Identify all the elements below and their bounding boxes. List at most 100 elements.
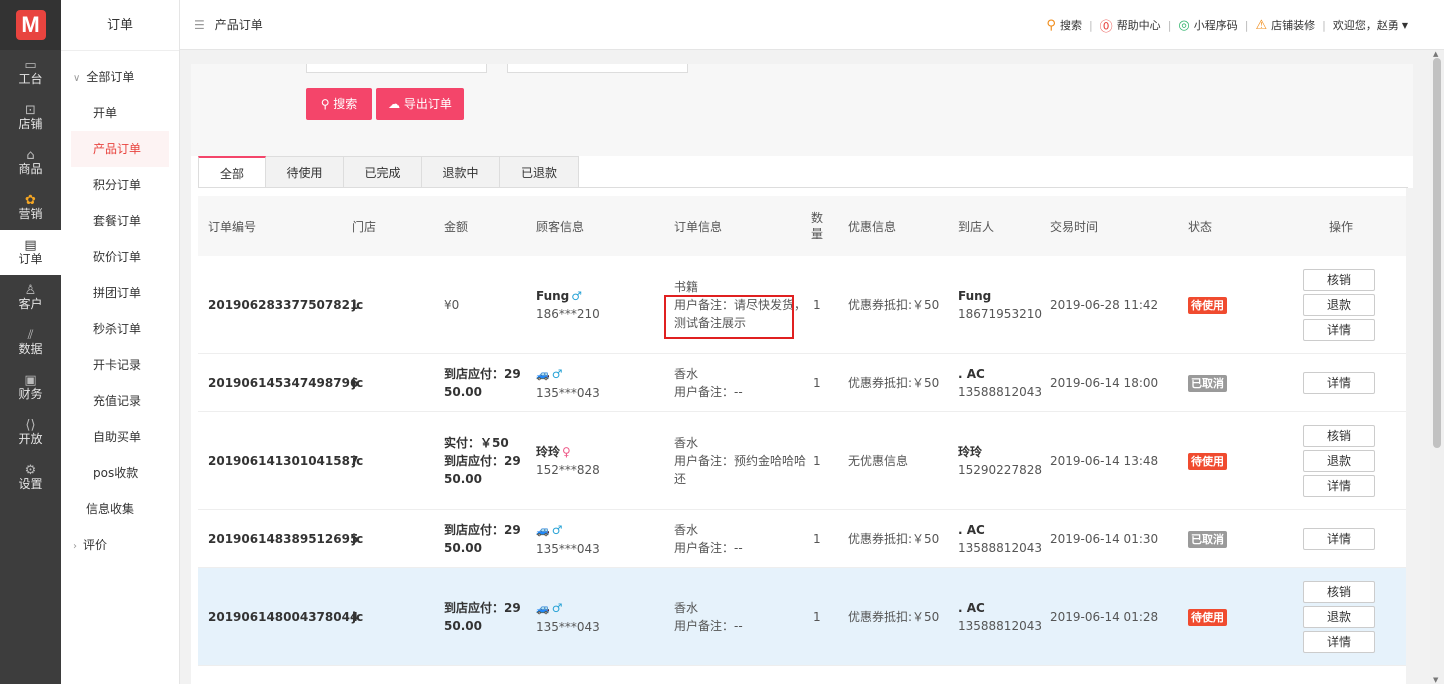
filter-bar: ⚲ 搜索 ☁ 导出订单 (191, 64, 1413, 156)
arrive-person-line: 玲玲 (958, 445, 983, 459)
rail-item-0[interactable]: ▭ 工台 (0, 50, 61, 95)
tab-completed[interactable]: 已完成 (344, 156, 422, 188)
discount-info: 无优惠信息 (848, 452, 908, 470)
arrive-person-line: . AC (958, 367, 985, 381)
submenu-item-8[interactable]: 充值记录 (61, 383, 179, 419)
submenu-item-info-collect[interactable]: 信息收集 (61, 491, 179, 527)
divider: | (1322, 18, 1326, 32)
order-number-line: 201906148389512695 (208, 532, 359, 546)
order-number: 201906145347498796 (208, 374, 358, 392)
order-number: 201906141301041587 (208, 452, 358, 470)
rail-item-label: 开放 (18, 432, 43, 446)
customer-name: 玲玲 (536, 445, 561, 459)
col-ops: 操作 (1329, 219, 1354, 234)
col-amount: 金额 (444, 219, 469, 234)
customer-info: 🚙 ♂ 135***043 (536, 521, 600, 558)
detail-button[interactable]: 详情 (1303, 372, 1375, 394)
rail-item-label: 订单 (18, 252, 43, 266)
rail-item-2[interactable]: ⌂ 商品 (0, 140, 61, 185)
refund-button[interactable]: 退款 (1303, 606, 1375, 628)
rail-item-9[interactable]: ⚙ 设置 (0, 455, 61, 500)
scrollbar-thumb[interactable] (1433, 58, 1441, 448)
arrive-person-line: Fung (958, 289, 992, 303)
submenu-item-5[interactable]: 拼团订单 (61, 275, 179, 311)
submenu-item-3[interactable]: 套餐订单 (61, 203, 179, 239)
trade-time-line: 2019-06-28 11:42 (1050, 298, 1159, 312)
verify-button[interactable]: 核销 (1303, 425, 1375, 447)
rail-item-label: 店铺 (18, 117, 43, 131)
search-button[interactable]: ⚲ 搜索 (306, 88, 372, 120)
order-number: 201906148004378044 (208, 608, 358, 626)
detail-button[interactable]: 详情 (1303, 631, 1375, 653)
tab-refunded[interactable]: 已退款 (500, 156, 579, 188)
customer-name: Fung (536, 289, 570, 303)
trade-time: 2019-06-14 18:00 (1050, 374, 1158, 392)
detail-button[interactable]: 详情 (1303, 319, 1375, 341)
order-info-line: 书籍 (674, 280, 699, 294)
discount-info-line: 优惠券抵扣:￥50 (848, 532, 940, 546)
table-row[interactable]: 201906145347498796 jc 到店应付：29 50.00 🚙 ♂ 135***… (198, 354, 1408, 412)
submenu-item-7[interactable]: 开卡记录 (61, 347, 179, 383)
tab-pending[interactable]: 待使用 (266, 156, 344, 188)
rail-item-5[interactable]: ♙ 客户 (0, 275, 61, 320)
verify-button[interactable]: 核销 (1303, 581, 1375, 603)
rail-item-1[interactable]: ⊡ 店铺 (0, 95, 61, 140)
refund-button[interactable]: 退款 (1303, 294, 1375, 316)
submenu-item-2[interactable]: 积分订单 (61, 167, 179, 203)
rail-item-4[interactable]: ▤ 订单 (0, 230, 61, 275)
header-search-link[interactable]: ⚲ 搜索 (1046, 17, 1082, 33)
verify-button[interactable]: 核销 (1303, 269, 1375, 291)
submenu-item-0[interactable]: 开单 (61, 95, 179, 131)
tab-all[interactable]: 全部 (198, 156, 266, 188)
refund-button[interactable]: 退款 (1303, 450, 1375, 472)
submenu-group-all-orders[interactable]: ∨ 全部订单 (61, 59, 179, 95)
table-row[interactable]: 201906148004378044 jc 到店应付：29 50.00 🚙 ♂ 135***… (198, 568, 1408, 666)
page-scrollbar[interactable]: ▲ ▼ (1430, 50, 1444, 684)
caret-down-icon: ▼ (1401, 20, 1408, 30)
submenu-item-10[interactable]: pos收款 (61, 455, 179, 491)
col-discount: 优惠信息 (848, 219, 897, 234)
filter-input-2[interactable] (507, 64, 688, 73)
header-help-link[interactable]: ⓪ 帮助中心 (1100, 16, 1161, 35)
table-row[interactable]: 201906283377507821 jc ¥0 Fung ♂ 186***210 书籍 用户… (198, 256, 1408, 354)
scroll-up-icon[interactable]: ▲ (1433, 50, 1438, 58)
help-label: 帮助中心 (1116, 19, 1161, 32)
col-time: 交易时间 (1050, 219, 1099, 234)
amount: 实付：￥50 到店应付：29 50.00 (444, 434, 521, 488)
submenu-item-4[interactable]: 砍价订单 (61, 239, 179, 275)
order-number: 201906148389512695 (208, 530, 358, 548)
header-decorate-link[interactable]: ⚠ 店铺装修 (1255, 17, 1315, 33)
rail-item-8[interactable]: ⟨⟩ 开放 (0, 410, 61, 455)
scroll-down-icon[interactable]: ▼ (1433, 676, 1438, 684)
rail-item-6[interactable]: ⫽ 数据 (0, 320, 61, 365)
arrive-person-line: 13588812043 (958, 385, 1042, 399)
male-icon: ♂ (551, 601, 563, 615)
detail-button[interactable]: 详情 (1303, 528, 1375, 550)
menu-toggle-icon[interactable]: ☰ (194, 18, 205, 32)
table-row[interactable]: 201906141301041587 jc 实付：￥50 到店应付：29 50.00 玲玲… (198, 412, 1408, 510)
submenu-item-6[interactable]: 秒杀订单 (61, 311, 179, 347)
export-orders-button[interactable]: ☁ 导出订单 (376, 88, 464, 120)
divider: | (1088, 18, 1093, 32)
detail-button[interactable]: 详情 (1303, 475, 1375, 497)
submenu-group-review[interactable]: › 评价 (61, 527, 179, 563)
rail-item-3[interactable]: ✿ 营销 (0, 185, 61, 230)
rail-item-label: 财务 (18, 387, 43, 401)
app-logo[interactable]: M (0, 0, 61, 50)
submenu-item-9[interactable]: 自助买单 (61, 419, 179, 455)
arrive-person: Fung 18671953210 (958, 287, 1042, 323)
tab-refunding[interactable]: 退款中 (422, 156, 500, 188)
search-icon: ⚲ (1046, 17, 1056, 33)
submenu-item-1[interactable]: 产品订单 (71, 131, 169, 167)
table-scrollbar[interactable] (1406, 188, 1413, 684)
rail-item-7[interactable]: ▣ 财务 (0, 365, 61, 410)
user-menu[interactable]: 欢迎您，赵勇 ▼ (1333, 17, 1408, 33)
store-icon: ⊡ (25, 103, 36, 118)
filter-input-1[interactable] (306, 64, 487, 73)
header-miniapp-link[interactable]: ◎ 小程序码 (1178, 17, 1237, 33)
customer-name: 🚙 (536, 524, 550, 537)
orders-table: 订单编号 门店 金额 顾客信息 订单信息 数量 优惠信息 到店人 交易时间 状态… (198, 196, 1408, 666)
table-row[interactable]: 201906148389512695 jc 到店应付：29 50.00 🚙 ♂ 135***… (198, 510, 1408, 568)
quantity: 1 (813, 296, 821, 314)
discount-info: 优惠券抵扣:￥50 (848, 530, 939, 548)
